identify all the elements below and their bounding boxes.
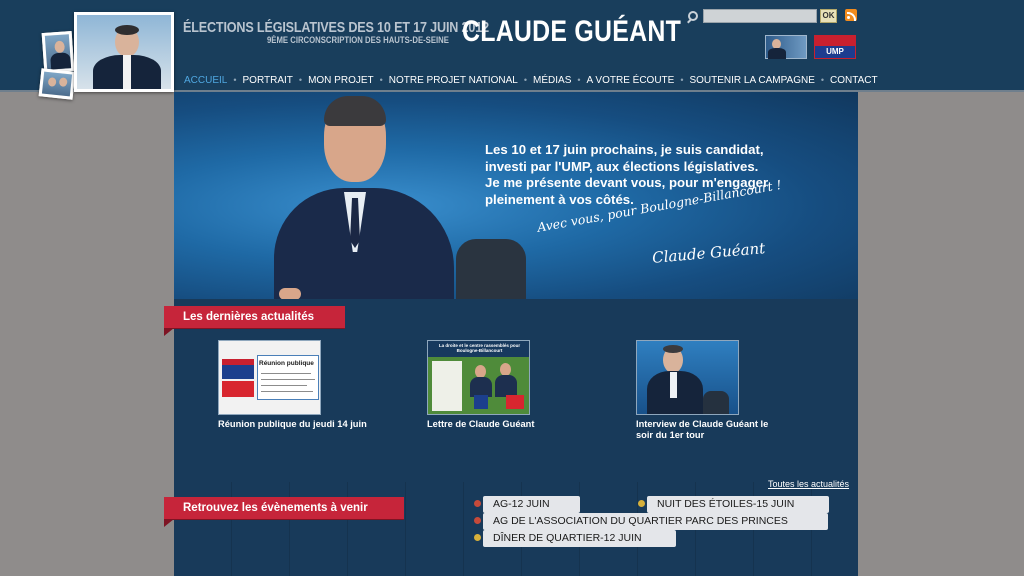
photo-thumbnail: [38, 68, 76, 100]
hero-line: Les 10 et 17 juin prochains, je suis can…: [485, 142, 764, 157]
nav-item-votre-ecoute[interactable]: A VOTRE ÉCOUTE: [587, 75, 675, 86]
nav-separator: •: [680, 75, 684, 85]
event-bullet-icon: [474, 500, 481, 507]
news-thumbnail[interactable]: Réunion publique: [218, 340, 321, 415]
news-item[interactable]: Interview de Claude Guéant le soir du 1e…: [636, 340, 786, 440]
event-item[interactable]: AG-12 JUIN: [483, 496, 580, 513]
thumbnail-banner-text: La droite et le centre rassemblés pour B…: [438, 343, 521, 353]
all-news-link[interactable]: Toutes les actualités: [768, 479, 849, 489]
search-icon: [688, 11, 698, 21]
news-caption[interactable]: Lettre de Claude Guéant: [427, 419, 577, 430]
search-ok-button[interactable]: OK: [820, 9, 837, 23]
nav-item-soutenir[interactable]: SOUTENIR LA CAMPAGNE: [689, 75, 814, 86]
nav-item-mon-projet[interactable]: MON PROJET: [308, 75, 374, 86]
news-item[interactable]: La droite et le centre rassemblés pour B…: [427, 340, 577, 430]
nav-separator: •: [577, 75, 581, 85]
hero-message: Les 10 et 17 juin prochains, je suis can…: [485, 142, 805, 208]
chair: [703, 391, 729, 414]
ump-logo[interactable]: UMP: [814, 35, 856, 59]
event-item[interactable]: NUIT DES ÉTOILES-15 JUIN: [647, 496, 829, 513]
news-caption[interactable]: Réunion publique du jeudi 14 juin: [218, 419, 368, 430]
site-brand[interactable]: CLAUDE GUÉANT: [462, 15, 681, 49]
hero-signature: Claude Guéant: [651, 239, 766, 267]
ump-logo: [474, 395, 488, 409]
nav-item-accueil[interactable]: ACCUEIL: [184, 75, 227, 86]
hero-candidate-hand: [279, 288, 301, 299]
site-header: ÉLECTIONS LÉGISLATIVES DES 10 ET 17 JUIN…: [0, 0, 1024, 100]
hero-candidate-hair: [324, 96, 386, 126]
partner-banner[interactable]: [765, 35, 807, 59]
events-section-title: Retrouvez les évènements à venir: [164, 497, 404, 527]
nav-item-contact[interactable]: CONTACT: [830, 75, 878, 86]
main-nav: ACCUEIL • PORTRAIT • MON PROJET • NOTRE …: [184, 73, 878, 87]
hero-chair: [456, 239, 526, 299]
nav-item-medias[interactable]: MÉDIAS: [533, 75, 571, 86]
news-caption[interactable]: Interview de Claude Guéant le soir du 1e…: [636, 419, 786, 440]
event-bullet-icon: [474, 517, 481, 524]
nav-separator: •: [523, 75, 528, 85]
news-thumbnail[interactable]: La droite et le centre rassemblés pour B…: [427, 340, 530, 415]
nav-separator: •: [379, 75, 383, 85]
event-item[interactable]: AG DE L'ASSOCIATION DU QUARTIER PARC DES…: [483, 513, 828, 530]
nouveau-centre-logo: [506, 395, 524, 409]
nav-item-projet-national[interactable]: NOTRE PROJET NATIONAL: [389, 75, 518, 86]
nav-separator: •: [298, 75, 303, 85]
election-tagline: ÉLECTIONS LÉGISLATIVES DES 10 ET 17 JUIN…: [183, 19, 489, 36]
search-input[interactable]: [703, 9, 817, 23]
ump-logo: [222, 359, 254, 379]
thumbnail-notice-title: Réunion publique: [259, 360, 314, 367]
constituency-tagline: 9ÈME CIRCONSCRIPTION DES HAUTS-DE-SEINE: [267, 35, 449, 45]
event-bullet-icon: [474, 534, 481, 541]
news-section-title: Les dernières actualités: [164, 306, 345, 336]
rss-icon[interactable]: [845, 9, 857, 21]
nouveau-centre-logo: [222, 381, 254, 397]
event-bullet-icon: [638, 500, 645, 507]
nav-item-portrait[interactable]: PORTRAIT: [243, 75, 293, 86]
candidate-photo: [74, 12, 174, 92]
hero-line: investi par l'UMP, aux élections législa…: [485, 158, 759, 174]
photo-thumbnail: [41, 31, 75, 73]
news-thumbnail[interactable]: [636, 340, 739, 415]
nav-separator: •: [233, 75, 237, 85]
news-item[interactable]: Réunion publique Réunion publique du jeu…: [218, 340, 368, 430]
hero-banner: Les 10 et 17 juin prochains, je suis can…: [174, 92, 858, 299]
nav-separator: •: [820, 75, 825, 85]
ump-logo-text: UMP: [826, 47, 844, 56]
event-item[interactable]: DÎNER DE QUARTIER-12 JUIN: [483, 530, 676, 547]
header-photo-collage: [38, 10, 178, 100]
